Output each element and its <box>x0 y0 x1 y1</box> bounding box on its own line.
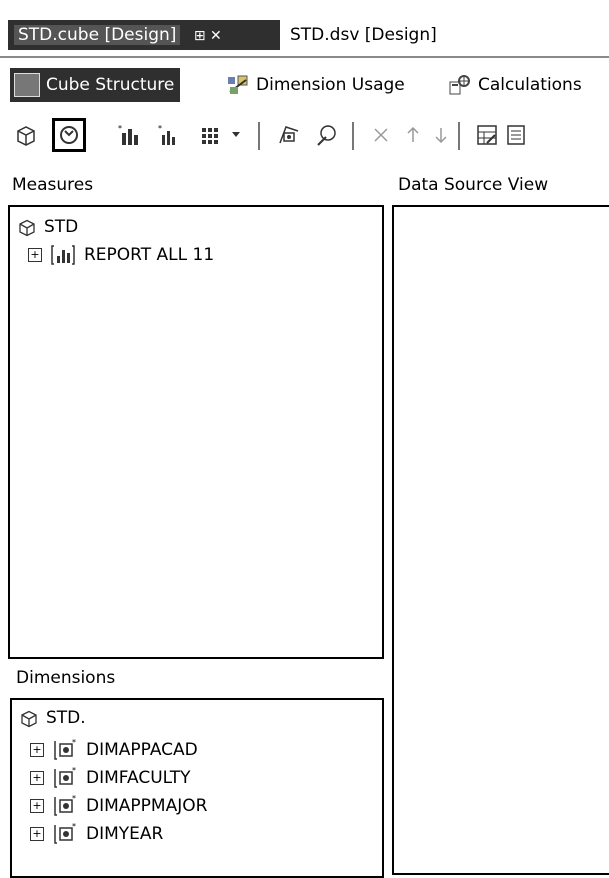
dimension-usage-icon <box>226 74 250 96</box>
dimension-label: DIMAPPACAD <box>86 740 198 760</box>
toolbar-separator <box>352 122 354 150</box>
dimension-label: DIMFACULTY <box>86 768 191 788</box>
measures-pane-header: Measures <box>12 175 94 195</box>
toolbar-separator <box>258 122 260 150</box>
properties-icon[interactable] <box>500 118 534 152</box>
dimension-icon: * <box>52 822 78 845</box>
cube-icon <box>18 218 36 237</box>
designer-tab-strip: Cube Structure Dimension Usage Calculati… <box>0 58 609 110</box>
svg-text:*: * <box>158 124 162 133</box>
dimensions-pane-header: Dimensions <box>16 668 116 688</box>
expand-icon[interactable]: + <box>30 827 44 841</box>
svg-text:*: * <box>72 767 76 775</box>
svg-text:*: * <box>72 739 76 747</box>
dimension-node[interactable]: + * DIMFACULTY <box>30 764 191 792</box>
measure-group-node[interactable]: + REPORT ALL 11 <box>28 241 214 269</box>
tab-label: Dimension Usage <box>256 75 405 95</box>
dimension-label: DIMYEAR <box>86 824 164 844</box>
expand-icon[interactable]: + <box>30 771 44 785</box>
data-source-view-pane[interactable] <box>392 205 609 875</box>
cube-root-label: STD <box>44 217 79 237</box>
dimension-root-label: STD. <box>46 708 86 728</box>
calculations-icon <box>448 74 472 96</box>
svg-text:*: * <box>118 124 122 133</box>
measure-group-icon <box>50 244 76 266</box>
add-cube-dimension-icon[interactable] <box>272 118 306 152</box>
dsv-pane-header: Data Source View <box>398 175 549 195</box>
tab-dimension-usage[interactable]: Dimension Usage <box>226 68 405 102</box>
dimension-icon: * <box>52 794 78 817</box>
dimension-icon: * <box>52 738 78 761</box>
tab-std-cube-design[interactable]: STD.cube [Design] ⊞ ✕ <box>8 20 280 50</box>
expand-icon[interactable]: + <box>30 743 44 757</box>
expand-icon[interactable]: + <box>28 248 42 262</box>
grid-view-icon[interactable] <box>194 118 228 152</box>
measure-group-label: REPORT ALL 11 <box>84 245 215 265</box>
dimension-node[interactable]: + * DIMAPPMAJOR <box>30 792 207 820</box>
dimension-node[interactable]: + * DIMAPPACAD <box>30 736 198 764</box>
dimension-root-node[interactable]: STD. <box>20 704 86 732</box>
dimension-label: DIMAPPMAJOR <box>86 796 208 816</box>
cube-structure-icon <box>14 73 40 97</box>
tab-std-dsv-design[interactable]: STD.dsv [Design] <box>284 20 443 50</box>
delete-icon[interactable] <box>364 118 398 152</box>
tab-label: STD.dsv [Design] <box>290 25 437 45</box>
svg-text:*: * <box>72 823 76 831</box>
process-icon[interactable] <box>52 118 86 152</box>
expand-icon[interactable]: + <box>30 799 44 813</box>
measures-pane: STD + REPORT ALL 11 <box>8 205 384 659</box>
dropdown-arrow-icon[interactable] <box>226 118 246 152</box>
move-down-icon[interactable] <box>424 118 458 152</box>
new-measure-icon[interactable]: * <box>152 118 186 152</box>
dimension-icon: * <box>52 766 78 789</box>
tab-pin-close-icon[interactable]: ⊞ ✕ <box>194 21 222 51</box>
tab-calculations[interactable]: Calculations <box>448 68 582 102</box>
cube-toolbar: * * <box>0 110 609 160</box>
tab-cube-structure[interactable]: Cube Structure <box>10 68 181 102</box>
new-measure-group-icon[interactable]: * <box>112 118 146 152</box>
document-tab-strip: STD.cube [Design] ⊞ ✕ STD.dsv [Design] <box>0 0 609 58</box>
cube-icon <box>20 709 38 728</box>
cube-root-node[interactable]: STD <box>18 213 78 241</box>
show-measure-grid-icon[interactable] <box>470 118 504 152</box>
tab-label: Cube Structure <box>46 75 175 95</box>
new-cube-icon[interactable] <box>10 118 44 152</box>
toolbar-separator <box>458 122 460 150</box>
tab-label: Calculations <box>478 75 582 95</box>
dimension-node[interactable]: + * DIMYEAR <box>30 820 163 848</box>
dimensions-pane: STD. + * DIMAPPACAD + * DIMFACULTY + * D… <box>10 698 384 878</box>
svg-text:*: * <box>72 795 76 803</box>
tab-label: STD.cube [Design] <box>14 25 181 45</box>
add-linked-object-icon[interactable] <box>310 118 344 152</box>
